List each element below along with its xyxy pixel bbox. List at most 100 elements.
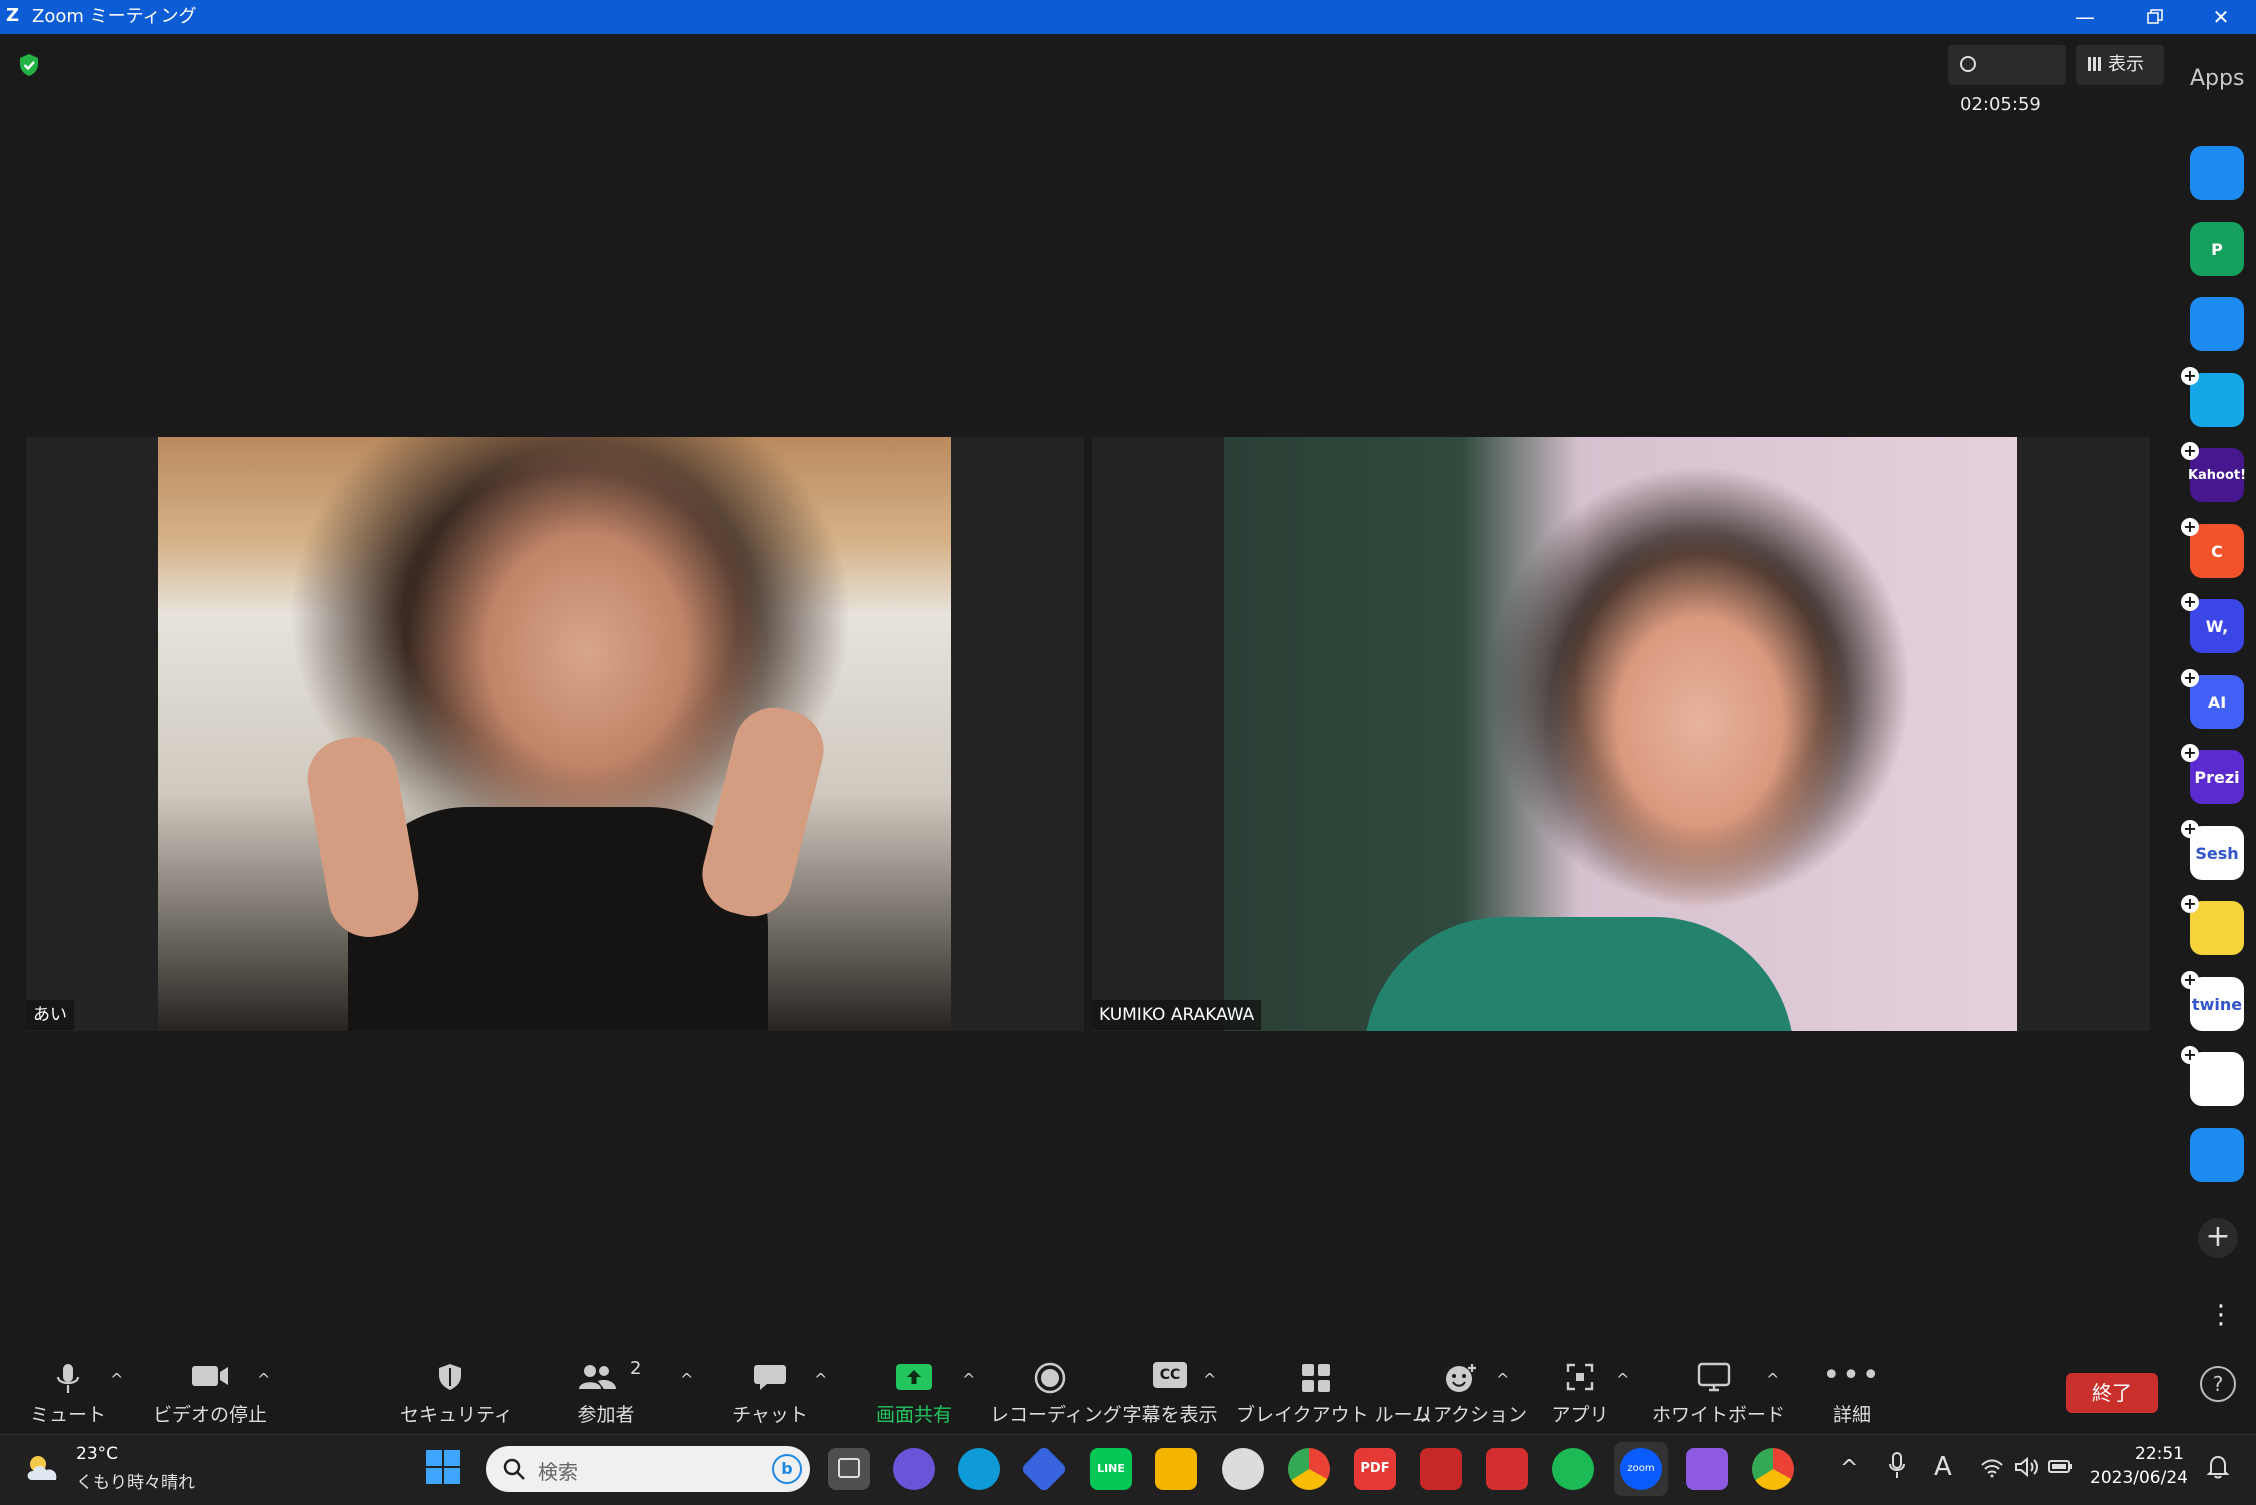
stop-video-button[interactable]: ビデオの停止 (150, 1356, 270, 1428)
mute-button[interactable]: ミュート (28, 1356, 108, 1428)
kahoot-icon[interactable]: Kahoot! (2188, 448, 2246, 502)
clock-icon (1960, 56, 1976, 72)
ai-app-icon[interactable]: AI (2190, 675, 2244, 729)
chrome-icon[interactable] (1288, 1448, 1330, 1490)
zoom-taskbar-active-bg[interactable]: zoom (1614, 1442, 1668, 1496)
add-app-badge-icon[interactable]: + (2181, 1046, 2199, 1064)
apps-icon (1566, 1363, 1594, 1391)
security-app-icon[interactable] (1420, 1448, 1462, 1490)
more-vertical-icon[interactable]: ⋮ (2208, 1302, 2234, 1328)
reaction-emoji-icon (1446, 1364, 1476, 1392)
taskbar-clock-date[interactable]: 2023/06/24 (2090, 1468, 2188, 1488)
weather-desc[interactable]: くもり時々晴れ (76, 1468, 195, 1493)
windows-start-icon[interactable] (424, 1448, 464, 1488)
whiteboard-options-chevron-icon[interactable]: ^ (1766, 1370, 1779, 1389)
video-options-chevron-icon[interactable]: ^ (257, 1370, 270, 1389)
prezi-icon[interactable]: Prezi (2190, 750, 2244, 804)
encryption-shield-icon[interactable] (16, 52, 42, 78)
weather-cloud-icon[interactable] (22, 1452, 66, 1484)
add-app-badge-icon[interactable]: + (2181, 593, 2199, 611)
chat-button[interactable]: チャット (730, 1356, 810, 1428)
reactions-options-chevron-icon[interactable]: ^ (1496, 1370, 1509, 1389)
twine-icon[interactable]: twine (2190, 977, 2244, 1031)
acrobat-icon[interactable] (1486, 1448, 1528, 1490)
stopwatch-app-icon[interactable] (2190, 1128, 2244, 1182)
mute-options-chevron-icon[interactable]: ^ (110, 1370, 123, 1389)
restore-icon[interactable] (2120, 0, 2190, 34)
participant-video-2 (1224, 437, 2017, 1031)
timer-text: 02:05:59 (1960, 94, 2041, 115)
speaker-icon[interactable] (2014, 1456, 2040, 1484)
task-view-icon[interactable] (828, 1448, 870, 1490)
apps-button[interactable]: アプリ (1540, 1356, 1620, 1428)
participants-button[interactable]: 2 参加者 (566, 1356, 646, 1428)
spotify-icon[interactable] (1552, 1448, 1594, 1490)
file-explorer-icon[interactable] (1155, 1448, 1197, 1490)
blocks-app-icon[interactable] (2190, 1052, 2244, 1106)
pdf-app-icon[interactable]: PDF (1354, 1448, 1396, 1490)
battery-icon[interactable] (2048, 1456, 2074, 1482)
add-app-badge-icon[interactable]: + (2181, 518, 2199, 536)
end-meeting-button[interactable]: 終了 (2066, 1373, 2158, 1413)
search-icon (503, 1458, 525, 1480)
more-dots-icon: ••• (1822, 1358, 1882, 1393)
weather-temp[interactable]: 23°C (76, 1444, 118, 1464)
flag-app-icon[interactable] (2190, 373, 2244, 427)
timer-app-icon[interactable] (2190, 297, 2244, 351)
add-app-badge-icon[interactable]: + (2181, 744, 2199, 762)
more-button[interactable]: ••• 詳細 (1812, 1356, 1892, 1428)
edge-browser-icon[interactable] (958, 1448, 1000, 1490)
add-app-badge-icon[interactable]: + (2181, 971, 2199, 989)
whiteboard-button[interactable]: ホワイトボード (1652, 1356, 1785, 1428)
view-button[interactable]: 表示 (2076, 45, 2164, 85)
record-icon (1034, 1362, 1066, 1394)
chat-options-chevron-icon[interactable]: ^ (814, 1370, 827, 1389)
closed-captions-icon: CC (1153, 1362, 1187, 1388)
add-app-icon[interactable]: + (2198, 1218, 2238, 1258)
emoji-app-icon[interactable] (2190, 901, 2244, 955)
whatsapp-icon[interactable] (1222, 1448, 1264, 1490)
ime-mode-icon[interactable]: A (1934, 1452, 1952, 1482)
captions-options-chevron-icon[interactable]: ^ (1203, 1370, 1216, 1389)
add-app-badge-icon[interactable]: + (2181, 820, 2199, 838)
chrome-profile-icon[interactable] (1752, 1448, 1794, 1490)
c-app-icon[interactable]: C (2190, 524, 2244, 578)
minimize-icon[interactable]: — (2050, 0, 2120, 34)
participant-video-1 (158, 437, 951, 1031)
search-placeholder: 検索 (538, 1460, 578, 1484)
tray-overflow-chevron-icon[interactable]: ^ (1840, 1456, 1858, 1481)
taskbar-clock-time[interactable]: 22:51 (2094, 1444, 2184, 1464)
add-app-badge-icon[interactable]: + (2181, 895, 2199, 913)
record-button[interactable]: レコーディング (990, 1356, 1122, 1428)
participants-options-chevron-icon[interactable]: ^ (680, 1370, 693, 1389)
meeting-timer[interactable]: 02:05:59 (1948, 45, 2066, 115)
wooclap-icon[interactable]: W, (2190, 599, 2244, 653)
notification-bell-icon[interactable] (2206, 1454, 2230, 1480)
p-app-icon[interactable]: P (2190, 222, 2244, 276)
help-icon[interactable]: ? (2200, 1366, 2236, 1402)
sesh-icon[interactable]: Sesh (2190, 826, 2244, 880)
close-icon[interactable]: ✕ (2186, 0, 2256, 34)
clipchamp-icon[interactable] (1686, 1448, 1728, 1490)
smiley-app-icon[interactable] (2190, 146, 2244, 200)
captions-button[interactable]: CC 字幕を表示 (1120, 1356, 1220, 1428)
bing-icon[interactable]: b (772, 1454, 802, 1484)
participants-count-badge: 2 (630, 1358, 642, 1379)
security-button[interactable]: セキュリティ (400, 1356, 513, 1428)
taskbar-search-box[interactable]: 検索 b (486, 1446, 810, 1492)
tray-microphone-icon[interactable] (1888, 1452, 1906, 1486)
breakout-rooms-button[interactable]: ブレイクアウト ルーム (1236, 1356, 1431, 1428)
share-options-chevron-icon[interactable]: ^ (962, 1370, 975, 1389)
wifi-icon[interactable] (1980, 1458, 2004, 1484)
add-app-badge-icon[interactable]: + (2181, 669, 2199, 687)
reactions-button[interactable]: リアクション (1414, 1356, 1527, 1428)
share-screen-button[interactable]: 画面共有 (866, 1356, 962, 1428)
chat-bubble-icon (754, 1365, 786, 1390)
add-app-badge-icon[interactable]: + (2181, 442, 2199, 460)
apps-options-chevron-icon[interactable]: ^ (1616, 1370, 1629, 1389)
line-app-icon[interactable]: LINE (1090, 1448, 1132, 1490)
video-camera-icon (192, 1366, 228, 1386)
teams-chat-icon[interactable] (893, 1448, 935, 1490)
add-app-badge-icon[interactable]: + (2181, 367, 2199, 385)
participants-icon (579, 1365, 616, 1389)
